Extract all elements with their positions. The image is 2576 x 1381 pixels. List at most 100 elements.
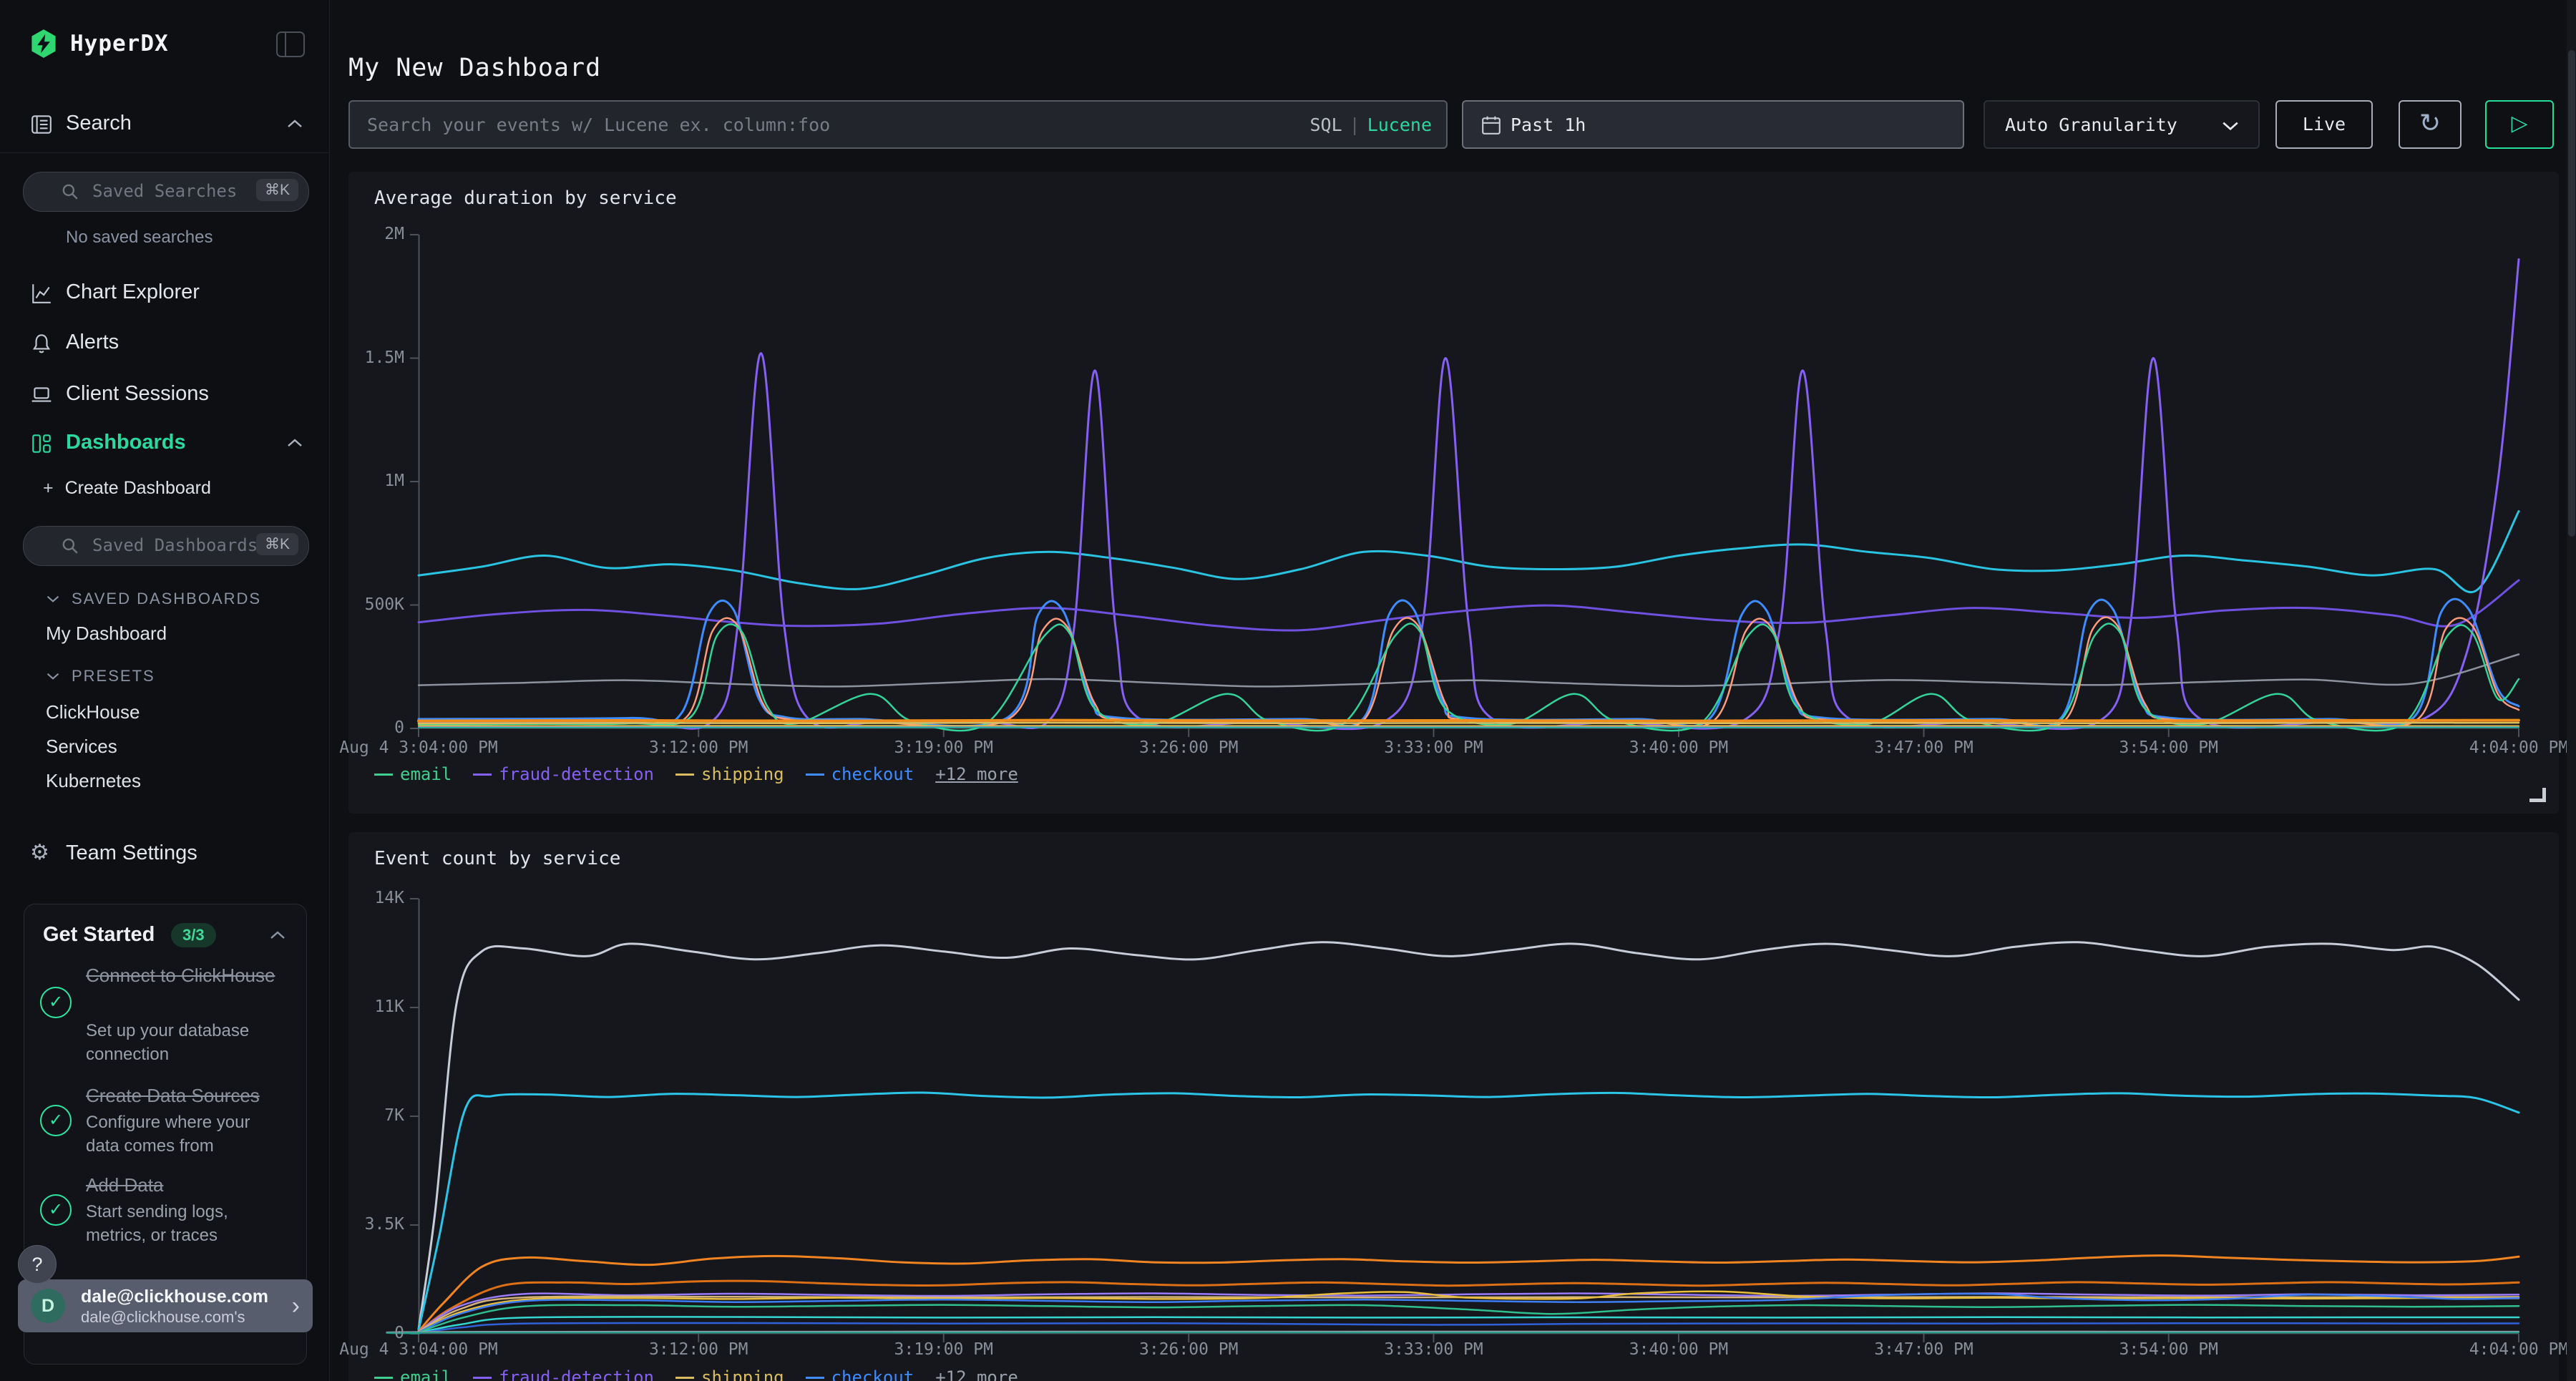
x-tick-label: 3:33:00 PM — [1333, 1340, 1533, 1359]
saved-dashboards-group-header[interactable]: SAVED DASHBOARDS — [46, 590, 261, 608]
chevron-up-icon[interactable] — [269, 930, 286, 944]
x-tick-label: 3:47:00 PM — [1824, 738, 2024, 757]
sql-toggle[interactable]: SQL — [1309, 114, 1342, 135]
granularity-select[interactable]: Auto Granularity — [1984, 100, 2260, 149]
legend-dash-icon — [374, 774, 393, 776]
line-chart[interactable] — [409, 899, 2519, 1344]
sidebar-item-my-dashboard[interactable]: My Dashboard — [46, 623, 167, 645]
legend-label: shipping — [701, 764, 784, 784]
legend-more[interactable]: +12 more — [935, 764, 1018, 784]
magnifier-icon — [61, 182, 79, 201]
line-chart[interactable] — [409, 235, 2519, 738]
task-title[interactable]: Add Data — [86, 1173, 279, 1198]
legend-item-checkout[interactable]: checkout — [806, 764, 914, 784]
sidebar-item-kubernetes[interactable]: Kubernetes — [46, 770, 141, 792]
series-fraud-detection — [419, 260, 2519, 729]
divider — [0, 152, 329, 153]
saved-dashboards-input[interactable]: Saved Dashboards ⌘K — [23, 526, 309, 566]
saved-dashboards-placeholder: Saved Dashboards — [92, 535, 258, 555]
get-started-title: Get Started — [43, 923, 155, 947]
no-saved-searches-text: No saved searches — [66, 228, 213, 248]
y-tick-label: 2M — [340, 225, 404, 243]
live-button[interactable]: Live — [2275, 100, 2373, 149]
legend-item-shipping[interactable]: shipping — [675, 764, 784, 784]
scrollbar[interactable] — [2567, 0, 2576, 1381]
y-tick-label: 0 — [340, 718, 404, 737]
help-button[interactable]: ? — [18, 1245, 57, 1284]
chart-legend: email fraud-detection shipping checkout +12 … — [374, 1367, 1018, 1381]
chevron-down-icon — [46, 672, 60, 680]
axis — [410, 235, 2519, 737]
gear-icon: ⚙ — [30, 840, 49, 865]
hyperdx-app: HyperDX Search Saved Searches ⌘K No save… — [0, 0, 2576, 1381]
refresh-button[interactable]: ↻ — [2399, 100, 2462, 149]
sidebar-collapse-icon[interactable] — [276, 31, 305, 57]
series-salmon — [419, 618, 2519, 727]
x-tick-label: 3:12:00 PM — [598, 1340, 799, 1359]
legend-dash-icon — [473, 774, 492, 776]
sidebar-item-label: Dashboards — [66, 431, 186, 454]
legend-more[interactable]: +12 more — [935, 1367, 1018, 1381]
resize-handle-icon[interactable] — [2529, 788, 2546, 802]
chevron-right-icon: › — [292, 1292, 300, 1320]
sidebar-item-chart-explorer[interactable]: Chart Explorer — [0, 278, 329, 312]
chevron-up-icon — [286, 438, 303, 452]
shortcut-badge: ⌘K — [256, 179, 298, 201]
create-dashboard-button[interactable]: +Create Dashboard — [43, 478, 211, 499]
legend-item-fraud-detection[interactable]: fraud-detection — [473, 764, 654, 784]
legend-item-email[interactable]: email — [374, 1367, 452, 1381]
brand[interactable]: HyperDX — [30, 29, 169, 59]
sidebar-item-clickhouse[interactable]: ClickHouse — [46, 701, 140, 723]
lucene-toggle[interactable]: Lucene — [1367, 114, 1432, 135]
saved-searches-input[interactable]: Saved Searches ⌘K — [23, 172, 309, 212]
sidebar-item-label: Alerts — [66, 331, 119, 354]
scrollbar-thumb[interactable] — [2568, 50, 2575, 537]
query-language-toggle[interactable]: SQL|Lucene — [1309, 114, 1432, 135]
legend-dash-icon — [374, 1377, 393, 1379]
legend-item-shipping[interactable]: shipping — [675, 1367, 784, 1381]
chart-panel-event-count: Event count by service emailfraud-detect… — [348, 832, 2559, 1381]
legend-dash-icon — [806, 1377, 824, 1379]
x-tick-label: 3:19:00 PM — [844, 1340, 1044, 1359]
series-email — [419, 624, 2519, 731]
x-tick-label: Aug 4 3:04:00 PM — [318, 738, 519, 757]
user-email: dale@clickhouse.com — [81, 1287, 268, 1307]
y-tick-label: 1.5M — [340, 348, 404, 367]
event-search-input[interactable]: Search your events w/ Lucene ex. column:… — [348, 100, 1448, 149]
sidebar: HyperDX Search Saved Searches ⌘K No save… — [0, 0, 330, 1381]
sidebar-item-search[interactable]: Search — [0, 109, 329, 143]
get-started-progress-badge: 3/3 — [171, 923, 216, 947]
chevron-down-icon — [46, 595, 60, 603]
task-title[interactable]: Create Data Sources — [86, 1083, 279, 1108]
user-menu[interactable]: D dale@clickhouse.com dale@clickhouse.co… — [18, 1279, 313, 1332]
run-query-button[interactable]: ▷ — [2485, 100, 2554, 149]
calendar-icon — [1480, 114, 1502, 136]
sidebar-item-team-settings[interactable]: ⚙ Team Settings — [0, 839, 329, 873]
legend-item-email[interactable]: email — [374, 764, 452, 784]
legend-dash-icon — [806, 774, 824, 776]
axis — [410, 899, 2519, 1342]
hyperdx-logo-icon — [30, 29, 57, 59]
task-description: Set up your database connection — [86, 1019, 286, 1066]
task-title[interactable]: Connect to ClickHouse — [86, 963, 279, 988]
sidebar-item-client-sessions[interactable]: Client Sessions — [0, 379, 329, 414]
x-tick-label: 3:33:00 PM — [1333, 738, 1533, 757]
x-tick-label: 3:19:00 PM — [844, 738, 1044, 757]
time-range-picker[interactable]: Past 1h — [1462, 100, 1964, 149]
sidebar-item-dashboards[interactable]: Dashboards — [0, 428, 329, 462]
sidebar-item-services[interactable]: Services — [46, 736, 117, 758]
series-gray-top — [419, 942, 2519, 1329]
y-tick-label: 7K — [340, 1106, 404, 1125]
legend-dash-icon — [675, 1377, 694, 1379]
avatar: D — [31, 1289, 65, 1323]
legend-label: fraud-detection — [499, 764, 654, 784]
x-tick-label: 3:40:00 PM — [1579, 1340, 1779, 1359]
laptop-icon — [30, 384, 53, 410]
legend-item-checkout[interactable]: checkout — [806, 1367, 914, 1381]
legend-item-fraud-detection[interactable]: fraud-detection — [473, 1367, 654, 1381]
sidebar-item-alerts[interactable]: Alerts — [0, 328, 329, 362]
task-check-icon: ✓ — [40, 1194, 72, 1226]
sidebar-item-label: Client Sessions — [66, 382, 209, 406]
legend-label: checkout — [831, 764, 914, 784]
presets-group-header[interactable]: PRESETS — [46, 667, 155, 685]
